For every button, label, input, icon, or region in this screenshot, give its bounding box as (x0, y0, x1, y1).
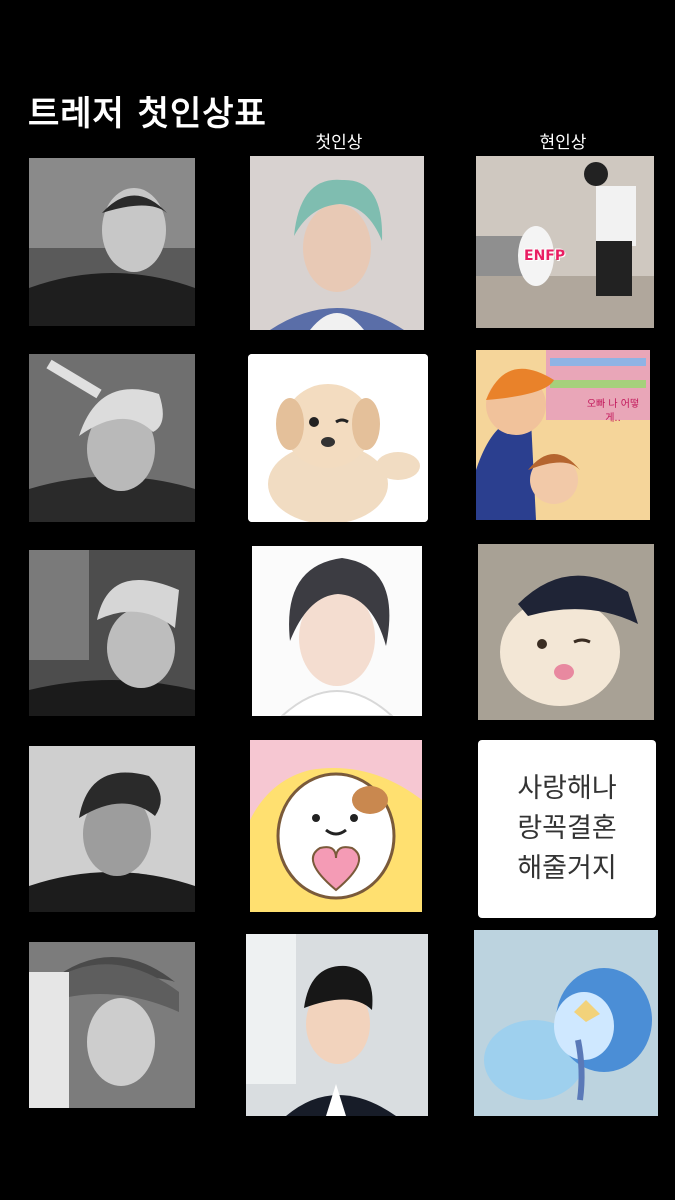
suit-selfie-image (246, 934, 428, 1116)
first-impression-photo-5 (246, 934, 428, 1116)
first-impression-photo-4 (250, 740, 422, 912)
anime-couple-image (476, 350, 650, 520)
dog-and-person-image (476, 156, 654, 328)
first-impression-photo-3 (252, 546, 422, 716)
grayscale-portrait-image (29, 550, 195, 716)
first-impression-photo-2 (248, 354, 428, 522)
crying-penguin-image (474, 930, 658, 1116)
text-line-1: 사랑해나 (517, 773, 617, 804)
grayscale-portrait-image (29, 158, 195, 326)
current-impression-photo-5 (474, 930, 658, 1116)
current-impression-photo-1: ENFP (476, 156, 654, 328)
enfp-caption: ENFP (524, 248, 566, 264)
page-title: 트레저 첫인상표 (28, 94, 267, 134)
column-header-current-impression: 현인상 (539, 133, 587, 153)
grayscale-portrait-image (29, 354, 195, 522)
speech-bubble-text: 오빠 나 어떻게.. (586, 399, 640, 424)
member-photo-1 (29, 158, 195, 326)
puppy-image (248, 354, 428, 522)
grayscale-portrait-image (29, 746, 195, 912)
current-impression-photo-2: 오빠 나 어떻게.. (476, 350, 650, 520)
hamster-heart-image (250, 740, 422, 912)
first-impression-photo-1 (250, 156, 424, 330)
member-photo-5 (29, 942, 195, 1108)
member-photo-3 (29, 550, 195, 716)
text-line-3: 해줄거지 (517, 853, 617, 884)
teal-hair-portrait-image (250, 156, 424, 330)
member-photo-2 (29, 354, 195, 522)
text-line-2: 랑꼭결혼 (517, 813, 617, 844)
anime-boy-image (252, 546, 422, 716)
current-impression-text-card: 사랑해나 랑꼭결혼 해줄거지 (478, 740, 656, 918)
cat-in-cap-image (478, 544, 654, 720)
member-photo-4 (29, 746, 195, 912)
current-impression-photo-3 (478, 544, 654, 720)
grayscale-portrait-image (29, 942, 195, 1108)
column-header-first-impression: 첫인상 (315, 133, 363, 153)
